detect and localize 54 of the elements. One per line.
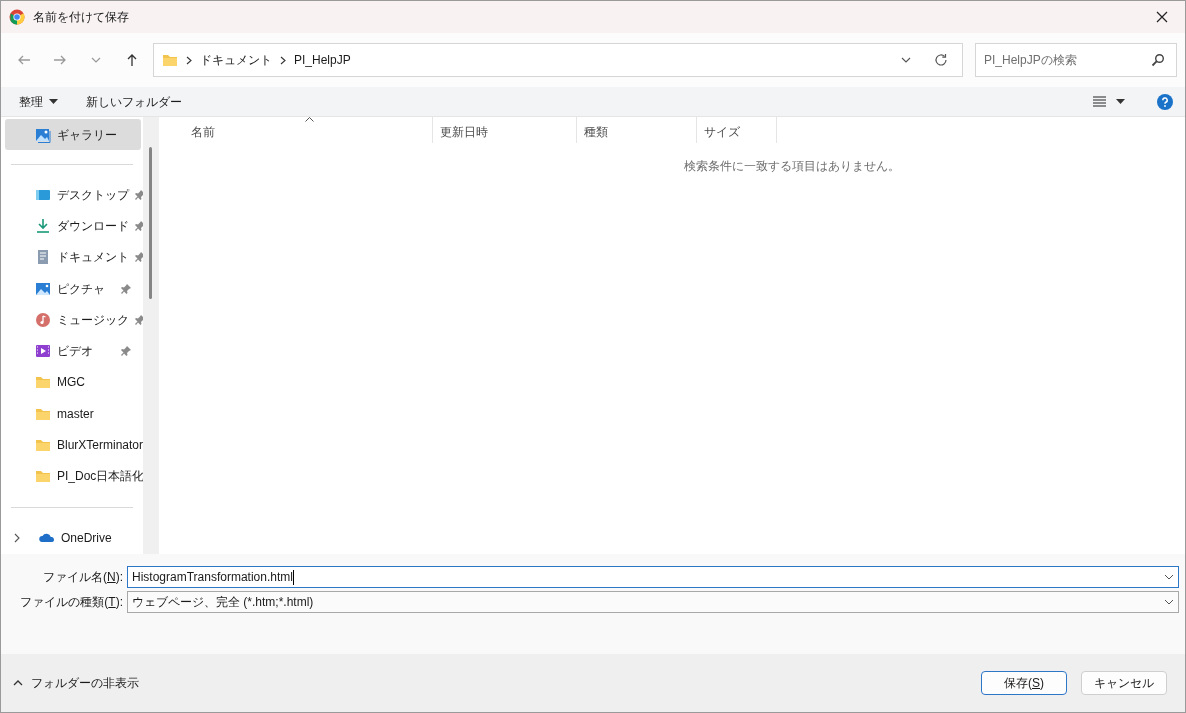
close-icon xyxy=(1156,11,1168,23)
folder-icon xyxy=(35,374,51,391)
browser-logo-icon xyxy=(9,9,25,25)
expand-chevron-icon[interactable] xyxy=(13,533,21,544)
column-header[interactable]: 名前 xyxy=(161,117,433,143)
field-label: ファイルの種類(T): xyxy=(19,594,123,611)
caret-down-icon xyxy=(1116,99,1125,104)
column-header[interactable]: サイズ xyxy=(697,117,777,143)
chevron-right-icon xyxy=(280,55,286,65)
caret-down-icon xyxy=(49,99,58,104)
column-header[interactable]: 種類 xyxy=(577,117,697,143)
file-name-field[interactable]: HistogramTransformation.html xyxy=(127,566,1179,588)
sidebar-item[interactable]: ミュージック xyxy=(1,304,143,336)
scrollbar-thumb[interactable] xyxy=(149,147,152,299)
view-menu-button[interactable] xyxy=(1093,94,1125,109)
breadcrumb-item[interactable]: ドキュメント xyxy=(200,51,272,69)
list-view-icon xyxy=(1093,96,1106,107)
chevron-right-icon xyxy=(186,55,192,65)
folder-icon xyxy=(162,52,178,68)
sidebar-item[interactable]: ドキュメント xyxy=(1,241,143,273)
chevron-down-icon xyxy=(1164,599,1174,605)
sidebar-item[interactable]: ダウンロード xyxy=(1,210,143,242)
new-folder-button[interactable]: 新しいフォルダー xyxy=(86,90,182,113)
sidebar-item[interactable]: BlurXTerminator xyxy=(1,429,143,461)
music-icon xyxy=(35,311,51,328)
hide-folders-button[interactable]: フォルダーの非表示 xyxy=(13,674,139,692)
address-bar[interactable]: ドキュメント PI_HelpJP xyxy=(153,43,963,77)
search-icon xyxy=(1151,53,1165,67)
refresh-icon[interactable] xyxy=(934,53,948,67)
document-icon xyxy=(35,249,51,266)
field-label: ファイル名(N): xyxy=(42,569,123,586)
column-header[interactable]: 更新日時 xyxy=(433,117,577,143)
empty-message: 検索条件に一致する項目はありません。 xyxy=(683,158,901,175)
sidebar-item[interactable]: MGC xyxy=(1,366,143,398)
organize-menu-button[interactable]: 整理 xyxy=(19,90,58,113)
sidebar-item[interactable]: ピクチャ xyxy=(1,272,143,305)
help-button[interactable] xyxy=(1157,91,1173,112)
download-icon xyxy=(35,218,51,235)
search-field[interactable]: PI_HelpJPの検索 xyxy=(975,43,1177,77)
breadcrumb-item[interactable]: PI_HelpJP xyxy=(294,51,351,69)
cancel-button[interactable]: キャンセル xyxy=(1081,671,1167,695)
file-type-dropdown[interactable]: ウェブページ、完全 (*.htm;*.html) xyxy=(127,591,1179,613)
window-title: 名前を付けて保存 xyxy=(33,9,129,26)
sidebar-item[interactable]: master xyxy=(1,397,143,430)
chevron-down-icon xyxy=(1164,574,1174,580)
sidebar-item[interactable]: ギャラリー xyxy=(5,119,141,151)
picture-icon xyxy=(35,280,51,297)
gallery-icon xyxy=(35,126,51,143)
save-button[interactable]: 保存(S) xyxy=(981,671,1067,695)
sidebar-item[interactable]: OneDrive xyxy=(1,522,143,554)
sidebar-item[interactable]: ビデオ xyxy=(1,335,143,367)
video-icon xyxy=(35,343,51,360)
folder-icon xyxy=(35,468,51,485)
chevron-up-icon xyxy=(13,680,23,686)
